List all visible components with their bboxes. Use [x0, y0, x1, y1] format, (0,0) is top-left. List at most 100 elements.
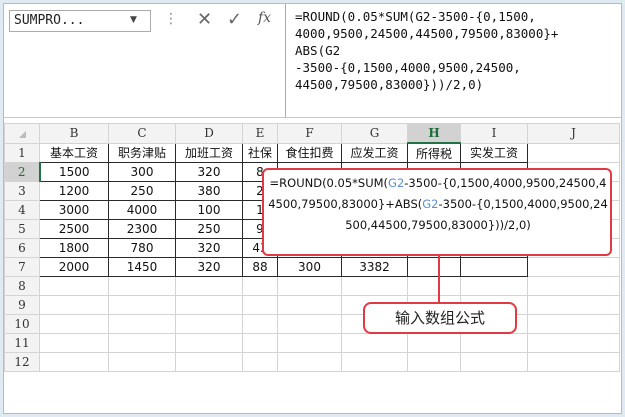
cell[interactable] — [108, 295, 176, 315]
cancel-icon[interactable]: ✕ — [197, 9, 212, 30]
column-header-f[interactable]: F — [277, 123, 342, 144]
cell[interactable] — [175, 276, 243, 296]
cell[interactable]: 2000 — [39, 257, 109, 277]
row-header[interactable]: 8 — [4, 276, 40, 296]
cell[interactable]: 1800 — [39, 238, 109, 258]
cell[interactable]: 3000 — [39, 200, 109, 220]
cell[interactable] — [39, 295, 109, 315]
row-header[interactable]: 3 — [4, 181, 40, 201]
row-header[interactable]: 12 — [4, 352, 40, 372]
cell[interactable]: 380 — [175, 181, 243, 201]
cell[interactable] — [407, 333, 461, 353]
cell[interactable] — [108, 276, 176, 296]
row-header[interactable]: 11 — [4, 333, 40, 353]
column-header-g[interactable]: G — [341, 123, 408, 144]
cell[interactable] — [39, 333, 109, 353]
cell[interactable] — [108, 333, 176, 353]
cell[interactable] — [527, 333, 620, 353]
header-cell[interactable]: 加班工资 — [175, 142, 243, 163]
cell[interactable] — [341, 276, 408, 296]
header-cell[interactable]: 所得税 — [407, 142, 461, 163]
header-cell[interactable]: 基本工资 — [39, 142, 109, 163]
cell[interactable] — [277, 295, 342, 315]
cell[interactable] — [39, 276, 109, 296]
cell[interactable] — [527, 257, 620, 277]
header-cell[interactable]: 社保 — [242, 142, 278, 163]
cell[interactable] — [460, 352, 528, 372]
cell[interactable]: 250 — [175, 219, 243, 239]
cell[interactable]: 320 — [175, 257, 243, 277]
cell[interactable] — [175, 333, 243, 353]
cell[interactable]: 320 — [175, 162, 243, 182]
cell[interactable] — [527, 352, 620, 372]
cell[interactable]: 300 — [108, 162, 176, 182]
formula-text[interactable]: =ROUND(0.05*SUM(G2-3500-{0,1500, 4000,95… — [295, 8, 615, 93]
cell[interactable] — [242, 295, 278, 315]
row-header[interactable]: 5 — [4, 219, 40, 239]
cell[interactable] — [242, 314, 278, 334]
row-header[interactable]: 9 — [4, 295, 40, 315]
row-header[interactable]: 7 — [4, 257, 40, 277]
row-header[interactable]: 6 — [4, 238, 40, 258]
cell[interactable] — [460, 333, 528, 353]
insert-function-icon[interactable]: fx — [258, 10, 271, 26]
cell[interactable] — [527, 295, 620, 315]
cell[interactable]: 1500 — [39, 162, 109, 182]
cell[interactable]: 2500 — [39, 219, 109, 239]
cell[interactable] — [242, 333, 278, 353]
cell[interactable]: 2300 — [108, 219, 176, 239]
select-all-corner[interactable] — [4, 123, 40, 144]
cell[interactable]: 300 — [277, 257, 342, 277]
cell[interactable] — [527, 314, 620, 334]
column-header-d[interactable]: D — [175, 123, 243, 144]
cell[interactable] — [407, 276, 461, 296]
cell[interactable] — [108, 314, 176, 334]
in-cell-formula-editor[interactable]: =ROUND(0.05*SUM(G2-3500-{0,1500,4000,950… — [262, 168, 612, 256]
cell[interactable] — [242, 352, 278, 372]
cell[interactable] — [460, 257, 528, 277]
header-cell[interactable]: 实发工资 — [460, 142, 528, 163]
header-cell[interactable]: 食住扣费 — [277, 142, 342, 163]
cell[interactable]: 100 — [175, 200, 243, 220]
cell[interactable] — [460, 276, 528, 296]
cell[interactable]: 1450 — [108, 257, 176, 277]
cell[interactable] — [277, 314, 342, 334]
cell[interactable]: 250 — [108, 181, 176, 201]
drag-handle-icon[interactable]: ⋮ — [164, 11, 178, 27]
cell[interactable] — [277, 333, 342, 353]
cell[interactable] — [527, 142, 620, 163]
cell[interactable]: 4000 — [108, 200, 176, 220]
cell[interactable] — [175, 314, 243, 334]
cell[interactable] — [39, 314, 109, 334]
cell[interactable]: 3382 — [341, 257, 408, 277]
cell[interactable] — [527, 276, 620, 296]
cell[interactable] — [407, 257, 461, 277]
column-header-e[interactable]: E — [242, 123, 278, 144]
column-header-i[interactable]: I — [460, 123, 528, 144]
cell[interactable] — [277, 276, 342, 296]
cell[interactable] — [341, 352, 408, 372]
cell[interactable] — [277, 352, 342, 372]
chevron-down-icon[interactable]: ▼ — [130, 15, 137, 25]
cell[interactable]: 780 — [108, 238, 176, 258]
formula-input[interactable]: =ROUND(0.05*SUM(G2-3500-{0,1500, 4000,95… — [285, 4, 621, 117]
row-header[interactable]: 2 — [4, 162, 41, 182]
row-header[interactable]: 4 — [4, 200, 40, 220]
cell[interactable] — [175, 295, 243, 315]
cell[interactable]: 1200 — [39, 181, 109, 201]
enter-icon[interactable]: ✓ — [227, 9, 242, 30]
in-cell-formula-text[interactable]: =ROUND(0.05*SUM(G2-3500-{0,1500,4000,950… — [267, 173, 609, 236]
column-header-j[interactable]: J — [527, 123, 620, 144]
column-header-b[interactable]: B — [39, 123, 109, 144]
cell[interactable]: 320 — [175, 238, 243, 258]
cell[interactable] — [341, 333, 408, 353]
row-header[interactable]: 1 — [4, 142, 40, 163]
cell[interactable] — [242, 276, 278, 296]
header-cell[interactable]: 职务津贴 — [108, 142, 176, 163]
header-cell[interactable]: 应发工资 — [341, 142, 408, 163]
cell[interactable] — [175, 352, 243, 372]
cell[interactable]: 88 — [242, 257, 278, 277]
column-header-h[interactable]: H — [407, 123, 461, 144]
row-header[interactable]: 10 — [4, 314, 40, 334]
column-header-c[interactable]: C — [108, 123, 176, 144]
